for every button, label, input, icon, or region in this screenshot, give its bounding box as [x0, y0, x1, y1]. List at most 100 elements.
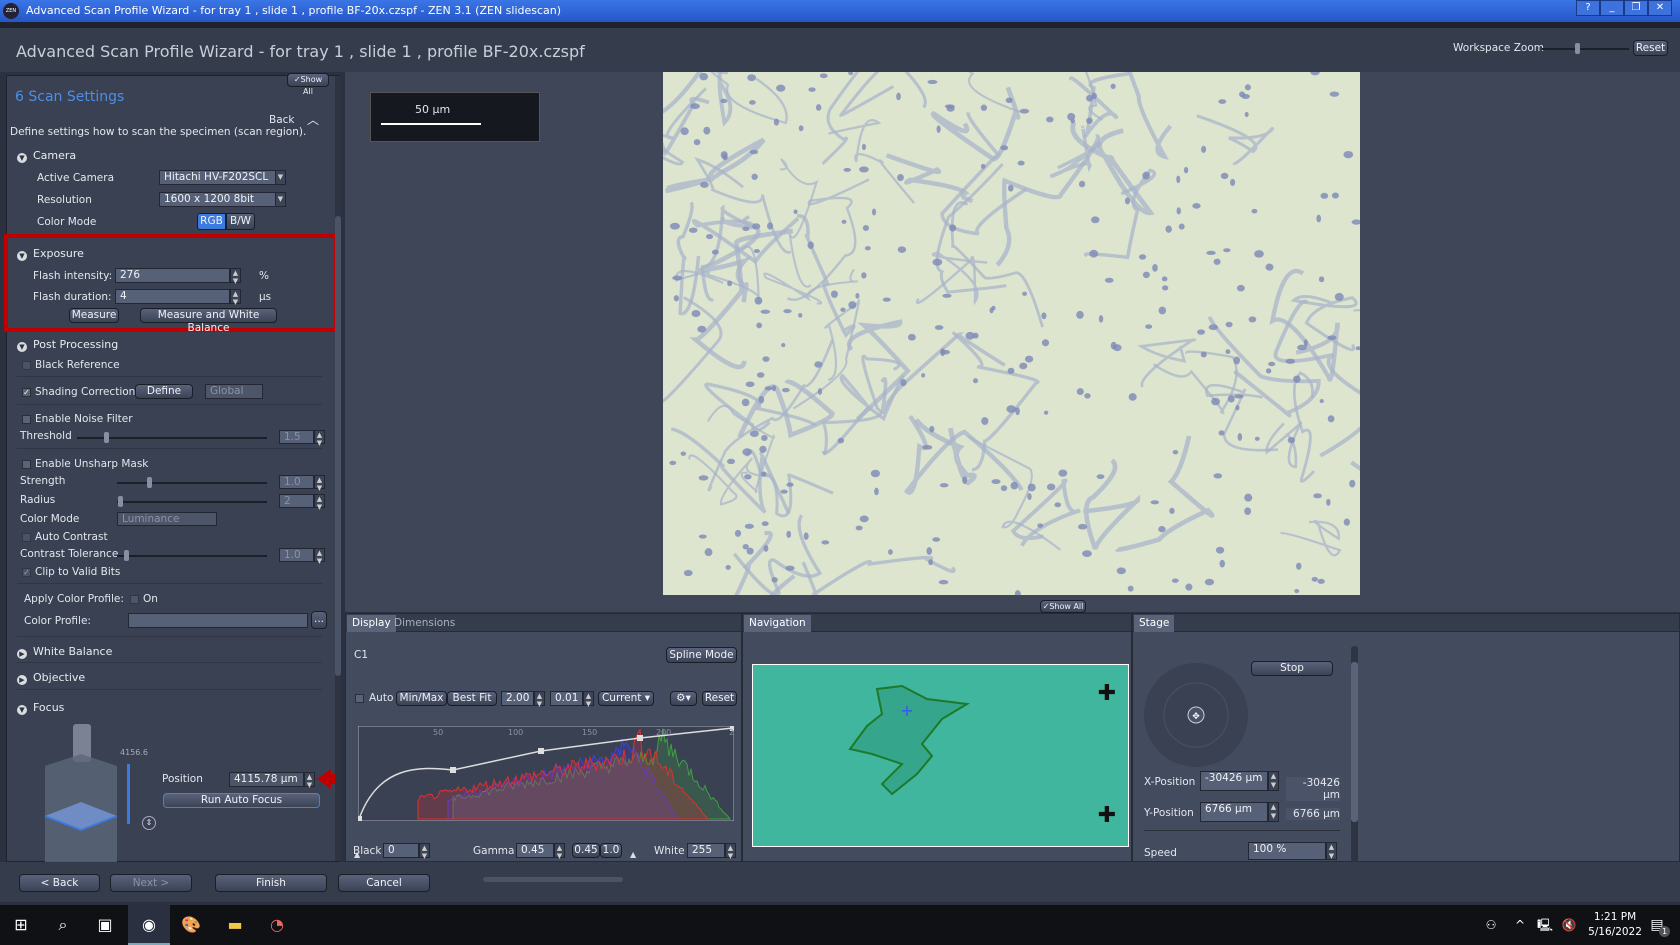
unsharp-mask-checkbox[interactable] — [22, 460, 31, 469]
chevron-down-icon[interactable]: ▼ — [275, 192, 286, 207]
strength-input[interactable]: 1.0 — [279, 475, 314, 489]
notifications-icon[interactable]: ▤ 1 — [1636, 905, 1678, 945]
image-viewer[interactable]: 50 µm ✓Show All — [345, 72, 1680, 613]
focus-position-input[interactable]: 4115.78 µm — [229, 772, 304, 787]
workspace-reset-button[interactable]: Reset — [1633, 40, 1668, 56]
gamma-handle[interactable]: ▲ — [630, 850, 636, 859]
collapse-chevron-icon[interactable]: ︿ — [307, 111, 319, 128]
gamma-stepper[interactable]: ▲ ▼ — [554, 843, 565, 860]
focus-position-stepper[interactable]: ▲ ▼ — [304, 772, 315, 789]
bw-toggle[interactable]: B/W — [226, 213, 255, 230]
threshold-input[interactable]: 1.5 — [279, 430, 314, 444]
best-fit-button[interactable]: Best Fit — [447, 691, 497, 706]
minimize-button[interactable]: _ — [1600, 0, 1624, 16]
measure-button[interactable]: Measure — [69, 308, 119, 323]
micrograph-image[interactable] — [663, 72, 1360, 595]
flash-intensity-stepper[interactable]: ▲ ▼ — [230, 268, 241, 285]
back-link[interactable]: Back — [269, 114, 295, 126]
help-button[interactable]: ? — [1576, 0, 1600, 16]
task-view-icon[interactable]: ▣ — [84, 905, 126, 945]
flash-duration-stepper[interactable]: ▲ ▼ — [230, 289, 241, 306]
gamma-045-button[interactable]: 0.45 — [572, 843, 600, 858]
cancel-button[interactable]: Cancel — [338, 874, 430, 892]
contrast-tolerance-input[interactable]: 1.0 — [279, 548, 314, 562]
volume-muted-icon[interactable]: 🔇 — [1554, 905, 1584, 945]
resolution-select[interactable]: 1600 x 1200 8bit — [159, 192, 277, 207]
y-position-stepper[interactable]: ▲ ▼ — [1268, 802, 1279, 822]
horizontal-splitter[interactable] — [483, 877, 623, 882]
gamma-input[interactable]: 0.45 — [516, 843, 554, 858]
workspace-zoom-slider[interactable] — [1542, 43, 1629, 54]
auto-checkbox[interactable] — [355, 694, 364, 703]
contrast-tolerance-slider[interactable] — [117, 550, 267, 561]
minmax-button[interactable]: Min/Max — [396, 691, 447, 706]
left-panel-scrollbar[interactable] — [335, 76, 341, 861]
x-position-input[interactable]: -30426 µm — [1200, 771, 1268, 791]
white-input[interactable]: 255 — [687, 843, 725, 858]
stage-scrollbar[interactable] — [1351, 646, 1358, 862]
clip-value-input[interactable]: 0.01 — [550, 691, 583, 706]
flash-intensity-input[interactable]: 276 — [115, 268, 230, 283]
strength-slider[interactable] — [117, 477, 267, 488]
viewer-show-all-toggle[interactable]: ✓Show All — [1040, 600, 1086, 613]
section-white-balance[interactable]: ▶ White Balance — [17, 645, 112, 659]
file-explorer-icon[interactable]: ▬ — [214, 905, 256, 945]
black-input[interactable]: 0 — [383, 843, 419, 858]
back-button[interactable]: < Back — [19, 874, 100, 892]
radius-stepper[interactable]: ▲ ▼ — [314, 494, 325, 511]
speed-input[interactable]: 100 % — [1248, 842, 1326, 860]
radius-slider[interactable] — [117, 496, 267, 507]
global-select[interactable]: Global — [205, 384, 263, 399]
windows-start-icon[interactable]: ⊞ — [0, 905, 42, 945]
black-stepper[interactable]: ▲ ▼ — [419, 843, 430, 860]
section-focus[interactable]: ▼ Focus — [17, 701, 64, 715]
gear-icon[interactable]: ⚙▾ — [670, 691, 697, 706]
bestfit-value-input[interactable]: 2.00 — [501, 691, 534, 706]
section-objective[interactable]: ▶ Objective — [17, 671, 85, 685]
histogram[interactable] — [358, 726, 734, 821]
white-stepper[interactable]: ▲ ▼ — [725, 843, 736, 860]
display-reset-button[interactable]: Reset — [702, 691, 737, 706]
gamma-10-button[interactable]: 1.0 — [600, 843, 622, 858]
clip-value-stepper[interactable]: ▲ ▼ — [583, 691, 594, 708]
noise-filter-checkbox[interactable] — [22, 415, 31, 424]
browse-button[interactable]: ... — [311, 611, 327, 629]
zen-app-icon[interactable]: ◉ — [128, 905, 170, 945]
threshold-slider[interactable] — [77, 432, 267, 443]
slide-navigation-thumbnail[interactable]: + ✚ ✚ — [752, 664, 1129, 847]
tab-dimensions[interactable]: Dimensions — [389, 615, 460, 632]
threshold-stepper[interactable]: ▲ ▼ — [314, 430, 325, 447]
post-color-mode-select[interactable]: Luminance — [117, 512, 217, 526]
clip-valid-bits-checkbox[interactable]: ✓ — [22, 568, 31, 577]
auto-contrast-checkbox[interactable] — [22, 533, 31, 542]
strength-stepper[interactable]: ▲ ▼ — [314, 475, 325, 492]
focus-drag-icon[interactable]: ⇕ — [142, 816, 156, 830]
tab-navigation[interactable]: Navigation — [744, 615, 811, 632]
show-all-toggle[interactable]: ✓Show All — [287, 73, 329, 96]
measure-white-balance-button[interactable]: Measure and White Balance — [140, 308, 277, 334]
y-position-input[interactable]: 6766 µm — [1200, 802, 1268, 822]
app-icon[interactable]: ◔ — [256, 905, 298, 945]
bestfit-value-stepper[interactable]: ▲ ▼ — [534, 691, 545, 708]
color-profile-on-checkbox[interactable] — [130, 595, 139, 604]
finish-button[interactable]: Finish — [215, 874, 327, 892]
define-button[interactable]: Define — [135, 384, 193, 399]
next-button[interactable]: Next > — [110, 874, 192, 892]
x-position-stepper[interactable]: ▲ ▼ — [1268, 771, 1279, 791]
rgb-toggle[interactable]: RGB — [197, 213, 226, 230]
search-icon[interactable]: ⌕ — [42, 905, 84, 945]
chevron-down-icon[interactable]: ▼ — [275, 170, 286, 185]
section-camera[interactable]: ▼ Camera — [17, 149, 76, 163]
radius-input[interactable]: 2 — [279, 494, 314, 508]
black-reference-checkbox[interactable] — [22, 361, 31, 370]
contrast-tolerance-stepper[interactable]: ▲ ▼ — [314, 548, 325, 565]
stage-joystick[interactable]: ✥ — [1143, 662, 1249, 768]
paint-app-icon[interactable]: 🎨 — [170, 905, 212, 945]
shading-correction-checkbox[interactable]: ✓ — [22, 388, 31, 397]
restore-button[interactable]: ❐ — [1624, 0, 1648, 16]
flash-duration-input[interactable]: 4 — [115, 289, 230, 304]
run-auto-focus-button[interactable]: Run Auto Focus — [163, 793, 320, 808]
stop-button[interactable]: Stop — [1251, 661, 1333, 676]
current-select[interactable]: Current ▾ — [598, 691, 654, 706]
section-exposure[interactable]: ▼ Exposure — [17, 247, 84, 261]
